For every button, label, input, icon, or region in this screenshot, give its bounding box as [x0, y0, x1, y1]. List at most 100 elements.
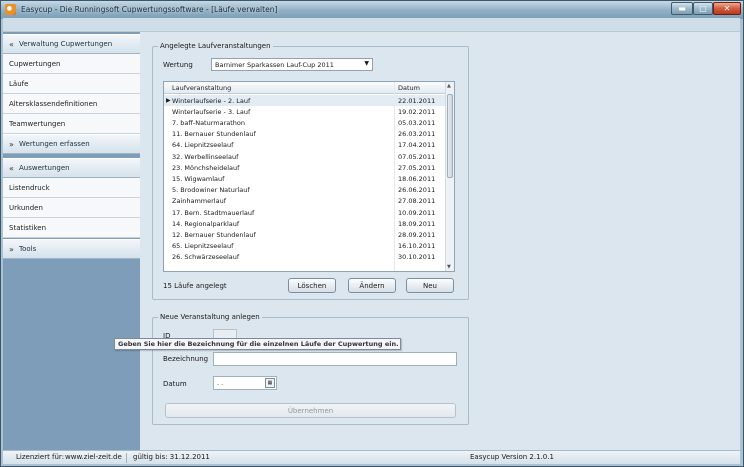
close-icon: ✕ — [723, 4, 731, 13]
cell-laufveranstaltung: 7. baff-Naturmarathon — [172, 118, 246, 127]
sidebar-item-statistiken[interactable]: Statistiken — [3, 218, 140, 238]
scrollbar-thumb[interactable] — [447, 94, 453, 178]
sidebar-group-verwaltung[interactable]: « Verwaltung Cupwertungen — [3, 34, 140, 54]
cell-datum: 19.02.2011 — [398, 107, 436, 116]
datum-value: . . — [217, 379, 224, 387]
cell-datum: 18.06.2011 — [398, 174, 436, 183]
table-row[interactable]: 32. Werbellinseelauf 07.05.2011 — [164, 151, 446, 162]
scroll-down-icon[interactable]: ▼ — [447, 264, 451, 270]
cell-laufveranstaltung: 26. Schwärzeseelauf — [172, 253, 240, 262]
calendar-icon[interactable]: ▦ — [265, 378, 275, 388]
cell-laufveranstaltung: 65. Liepnitzseelauf — [172, 242, 234, 251]
maximize-icon: ▢ — [699, 4, 707, 13]
table-row[interactable]: 12. Bernauer Stundenlauf 28.09.2011 — [164, 229, 446, 240]
cell-datum: 30.10.2011 — [398, 253, 436, 262]
cell-laufveranstaltung: 23. Mönchsheidelauf — [172, 163, 240, 172]
column-header-laufveranstaltung[interactable]: Laufveranstaltung — [172, 84, 231, 92]
wertung-selected-value: Barnimer Sparkassen Lauf-Cup 2011 — [215, 61, 334, 69]
valid-until: gültig bis: 31.12.2011 — [133, 453, 210, 461]
sidebar-group-label: Tools — [19, 245, 37, 253]
cell-laufveranstaltung: 64. Liepnitzseelauf — [172, 141, 234, 150]
table-row[interactable]: 26. Schwärzeseelauf 30.10.2011 — [164, 252, 446, 263]
table-row[interactable]: 64. Liepnitzseelauf 17.04.2011 — [164, 140, 446, 151]
sidebar-item-cupwertungen[interactable]: Cupwertungen — [3, 54, 140, 74]
table-row[interactable]: ▶ Winterlaufserie - 2. Lauf 22.01.2011 — [164, 95, 446, 107]
status-divider — [126, 453, 127, 463]
current-row-indicator-icon: ▶ — [166, 97, 171, 104]
sidebar-group-wertungen-erfassen[interactable]: » Wertungen erfassen — [3, 134, 140, 154]
table-row[interactable]: Zainhammerlauf 27.08.2011 — [164, 196, 446, 207]
cell-datum: 27.05.2011 — [398, 163, 436, 172]
neu-group-title: Neue Veranstaltung anlegen — [158, 313, 262, 321]
window-title: Easycup - Die Runningsoft Cupwertungssof… — [21, 5, 278, 14]
minimize-icon: ▬ — [678, 4, 686, 13]
cell-laufveranstaltung: 17. Bern. Stadtmauerlauf — [172, 208, 255, 217]
new-button[interactable]: Neu — [406, 278, 454, 293]
sidebar-item-listendruck[interactable]: Listendruck — [3, 178, 140, 198]
bezeichnung-tooltip: Geben Sie hier die Bezeichnung für die e… — [114, 338, 401, 350]
sidebar-group-tools[interactable]: » Tools — [3, 239, 140, 259]
sidebar-item-teamwertungen[interactable]: Teamwertungen — [3, 114, 140, 134]
sidebar-item-urkunden[interactable]: Urkunden — [3, 198, 140, 218]
datum-input[interactable]: . . ▦ — [213, 376, 277, 390]
bezeichnung-label: Bezeichnung — [163, 355, 209, 363]
table-row[interactable]: Winterlaufserie - 3. Lauf 19.02.2011 — [164, 106, 446, 117]
cell-laufveranstaltung: 12. Bernauer Stundenlauf — [172, 230, 256, 239]
cell-laufveranstaltung: Zainhammerlauf — [172, 197, 226, 206]
scroll-up-icon[interactable]: ▲ — [447, 83, 451, 89]
delete-button[interactable]: Löschen — [288, 278, 336, 293]
bezeichnung-input[interactable] — [213, 352, 457, 366]
cell-datum: 16.10.2011 — [398, 242, 436, 251]
table-row[interactable]: 14. Regionalparklauf 18.09.2011 — [164, 218, 446, 229]
table-row[interactable]: 15. Wigwamlauf 18.06.2011 — [164, 173, 446, 184]
laufe-count-text: 15 Läufe angelegt — [163, 282, 227, 290]
cell-datum: 07.05.2011 — [398, 152, 436, 161]
cell-laufveranstaltung: 14. Regionalparklauf — [172, 219, 240, 228]
app-logo-icon — [5, 4, 16, 15]
table-row[interactable]: 65. Liepnitzseelauf 16.10.2011 — [164, 241, 446, 252]
chevron-collapse-icon: « — [9, 163, 14, 173]
datum-label: Datum — [163, 380, 187, 388]
cell-datum: 22.01.2011 — [398, 96, 436, 105]
cell-datum: 05.03.2011 — [398, 118, 436, 127]
cell-laufveranstaltung: Winterlaufserie - 3. Lauf — [172, 107, 251, 116]
wertung-dropdown[interactable]: Barnimer Sparkassen Lauf-Cup 2011 ▼ — [211, 58, 373, 71]
chevron-expand-icon: » — [9, 139, 14, 149]
version-text: Easycup Version 2.1.0.1 — [470, 453, 554, 461]
sidebar-group-label: Verwaltung Cupwertungen — [19, 40, 113, 48]
license-value: www.ziel-zeit.de — [65, 453, 122, 461]
table-row[interactable]: 23. Mönchsheidelauf 27.05.2011 — [164, 162, 446, 173]
sidebar-item-altersklassendefinitionen[interactable]: Altersklassendefinitionen — [3, 94, 140, 114]
sidebar-group-auswertungen[interactable]: « Auswertungen — [3, 158, 140, 178]
edit-button[interactable]: Ändern — [348, 278, 396, 293]
cell-datum: 17.04.2011 — [398, 141, 436, 150]
close-button[interactable]: ✕ — [713, 2, 741, 15]
wertung-label: Wertung — [163, 61, 193, 69]
table-row[interactable]: 7. baff-Naturmarathon 05.03.2011 — [164, 117, 446, 128]
cell-datum: 27.08.2011 — [398, 197, 436, 206]
table-row[interactable]: 11. Bernauer Stundenlauf 26.03.2011 — [164, 129, 446, 140]
cell-laufveranstaltung: 5. Brodowiner Naturlauf — [172, 186, 250, 195]
sidebar-item-laeufe[interactable]: Läufe — [3, 74, 140, 94]
cell-datum: 28.09.2011 — [398, 230, 436, 239]
sidebar-group-label: Wertungen erfassen — [19, 140, 90, 148]
title-bar[interactable]: Easycup - Die Runningsoft Cupwertungssof… — [1, 1, 743, 19]
table-row[interactable]: 5. Brodowiner Naturlauf 26.06.2011 — [164, 185, 446, 196]
laufe-table[interactable]: Laufveranstaltung Datum ▶ Winterlaufserie… — [163, 81, 455, 272]
menu-strip — [3, 18, 740, 32]
column-header-datum[interactable]: Datum — [398, 84, 420, 92]
dropdown-arrow-icon: ▼ — [364, 60, 369, 67]
maximize-button[interactable]: ▢ — [693, 2, 713, 15]
minimize-button[interactable]: ▬ — [671, 2, 693, 15]
chevron-expand-icon: » — [9, 244, 14, 254]
table-row[interactable]: 17. Bern. Stadtmauerlauf 10.09.2011 — [164, 207, 446, 218]
laufe-group-title: Angelegte Laufveranstaltungen — [158, 42, 273, 50]
navigation-sidebar: « Verwaltung Cupwertungen Cupwertungen L… — [3, 32, 140, 450]
cell-datum: 18.09.2011 — [398, 219, 436, 228]
cell-laufveranstaltung: 32. Werbellinseelauf — [172, 152, 239, 161]
vertical-scrollbar[interactable]: ▲ ▼ — [445, 82, 454, 271]
cell-laufveranstaltung: 15. Wigwamlauf — [172, 174, 225, 183]
uebernehmen-button[interactable]: Übernehmen — [165, 403, 456, 418]
table-header: Laufveranstaltung Datum — [164, 82, 446, 94]
status-bar: Lizenziert für: www.ziel-zeit.de gültig … — [3, 450, 740, 464]
